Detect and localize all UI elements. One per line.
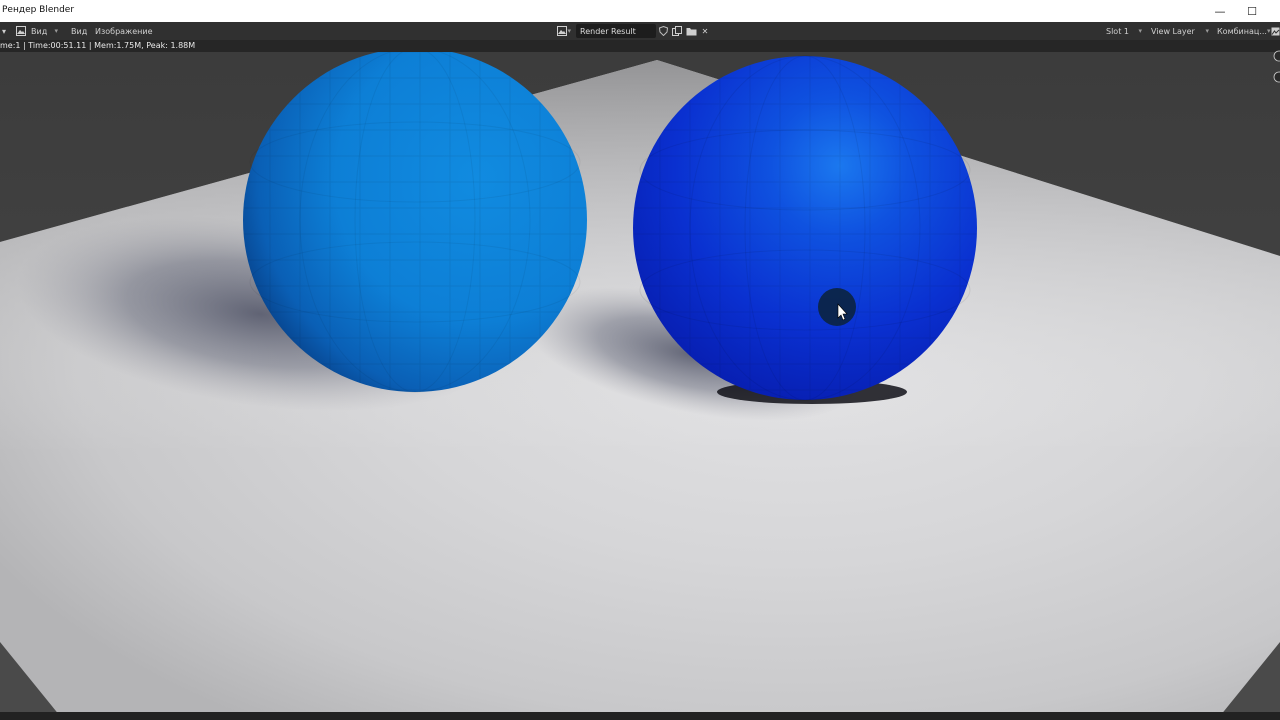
render-image [0, 52, 1280, 716]
right-sphere [633, 55, 977, 401]
slot-label: Slot 1 [1106, 26, 1129, 36]
close-icon: ✕ [701, 26, 709, 36]
chevron-down-icon: ▾ [1205, 27, 1209, 35]
render-pass-label: Комбинац... [1217, 26, 1267, 36]
view-layer-dropdown[interactable]: View Layer ▾ [1147, 24, 1213, 38]
menu-view[interactable]: Вид [71, 22, 87, 40]
view-mode-label: Вид [31, 26, 48, 36]
display-channels-button[interactable] [1270, 25, 1280, 37]
chevron-down-icon: ▾ [567, 27, 571, 35]
chevron-down-icon: ▾ [54, 27, 58, 35]
menu-image[interactable]: Изображение [95, 22, 153, 40]
slot-dropdown[interactable]: Slot 1 ▾ [1102, 24, 1146, 38]
image-editor-header: ▾ Вид ▾ Вид Изображение ▾ Render Result [0, 22, 1280, 40]
chevron-down-icon: ▾ [1138, 27, 1142, 35]
left-sphere [243, 52, 587, 393]
zoom-icon [1273, 50, 1280, 83]
view-mode-dropdown[interactable]: Вид ▾ [12, 24, 62, 38]
maximize-icon: ☐ [1247, 4, 1257, 18]
new-image-button[interactable] [671, 25, 683, 37]
mouse-cursor-icon [818, 288, 856, 326]
shield-icon [658, 26, 668, 36]
render-result-viewport[interactable] [0, 52, 1280, 716]
unlink-image-button[interactable]: ✕ [699, 25, 711, 37]
chevron-down-icon: ▾ [1, 26, 6, 36]
image-editor-icon [16, 26, 26, 36]
minimize-icon: — [1214, 4, 1226, 18]
bottom-status-bar [0, 712, 1280, 720]
duplicate-icon [672, 26, 682, 36]
editor-type-button[interactable]: ▾ [0, 25, 8, 37]
display-channels-icon [1271, 27, 1279, 35]
render-stats-text: me:1 | Time:00:51.11 | Mem:1.75M, Peak: … [0, 41, 196, 50]
render-pass-dropdown[interactable]: Комбинац... ▾ [1213, 24, 1270, 38]
open-image-button[interactable] [685, 25, 697, 37]
fake-user-button[interactable] [657, 25, 669, 37]
view-layer-label: View Layer [1151, 26, 1195, 36]
folder-icon [686, 27, 696, 35]
window-titlebar: Рендер Blender — ☐ [0, 0, 1280, 22]
minimize-button[interactable]: — [1204, 0, 1236, 22]
image-browse-icon [557, 26, 567, 36]
maximize-button[interactable]: ☐ [1236, 0, 1268, 22]
window-title: Рендер Blender [2, 5, 75, 15]
navigation-gizmo[interactable] [1270, 40, 1280, 90]
render-stats-bar: me:1 | Time:00:51.11 | Mem:1.75M, Peak: … [0, 40, 1280, 52]
image-name-field[interactable]: Render Result [576, 24, 656, 38]
image-browse-button[interactable]: ▾ [553, 24, 575, 38]
